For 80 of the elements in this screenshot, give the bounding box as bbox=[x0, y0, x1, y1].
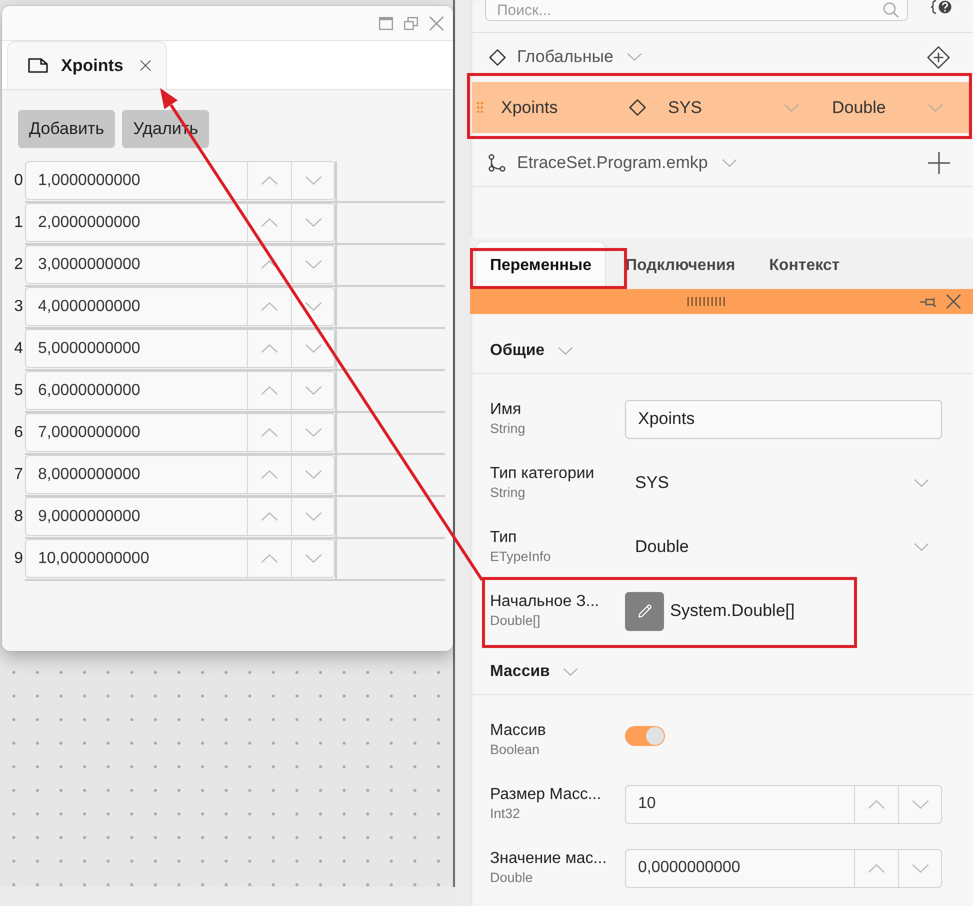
dropdown[interactable]: Double bbox=[625, 528, 942, 566]
chevron-down-icon[interactable] bbox=[562, 668, 578, 676]
close-icon[interactable] bbox=[946, 294, 961, 309]
maximize-icon[interactable] bbox=[379, 16, 393, 30]
pin-icon[interactable] bbox=[920, 296, 937, 306]
property-label: Значение мас... bbox=[490, 849, 608, 869]
branch-icon bbox=[488, 154, 506, 172]
grip-icon[interactable] bbox=[687, 297, 727, 306]
add-button[interactable]: Добавить bbox=[18, 110, 116, 148]
pencil-icon bbox=[638, 604, 652, 618]
variable-name: Xpoints bbox=[501, 98, 558, 116]
number-field[interactable]: 0,0000000000 bbox=[626, 850, 855, 886]
tab[interactable]: Контекст bbox=[754, 241, 855, 289]
property-label: Размер Масс... bbox=[490, 785, 602, 805]
number-field[interactable]: 4,0000000000 bbox=[26, 288, 248, 325]
document-tab[interactable]: Xpoints bbox=[7, 41, 167, 89]
type-label: Boolean bbox=[490, 741, 541, 759]
text-field[interactable]: Xpoints bbox=[625, 400, 942, 438]
property-label: Имя bbox=[490, 400, 522, 420]
number-field[interactable]: 10,0000000000 bbox=[26, 540, 248, 577]
search-icon[interactable] bbox=[883, 2, 899, 18]
type-label: ETypeInfo bbox=[490, 548, 552, 566]
number-field[interactable]: 10 bbox=[626, 786, 855, 822]
tree-row[interactable]: Глобальные bbox=[470, 33, 973, 81]
tree-row[interactable]: EtraceSet.Program.emkp bbox=[470, 139, 973, 187]
index-label: 8 bbox=[13, 507, 24, 527]
section-title[interactable]: Массив bbox=[490, 662, 550, 680]
index-label: 6 bbox=[13, 423, 24, 443]
chevron-down-icon[interactable] bbox=[558, 346, 573, 354]
chevron-up-icon[interactable] bbox=[261, 260, 278, 269]
property-label: Массив bbox=[490, 721, 547, 741]
drag-handle-icon[interactable] bbox=[477, 102, 483, 113]
add-icon[interactable] bbox=[927, 46, 950, 68]
index-label: 2 bbox=[13, 255, 24, 275]
number-field[interactable]: 8,0000000000 bbox=[26, 456, 248, 493]
number-field[interactable]: 2,0000000000 bbox=[26, 204, 248, 241]
variable-row[interactable]: Xpoints SYS Double bbox=[472, 82, 969, 133]
toggle-switch[interactable] bbox=[625, 726, 665, 746]
chevron-down-icon[interactable] bbox=[914, 543, 929, 551]
file-label: EtraceSet.Program.emkp bbox=[517, 152, 708, 172]
type-label: String bbox=[490, 420, 526, 438]
type-value: Double bbox=[832, 98, 886, 116]
edit-button[interactable] bbox=[625, 592, 664, 630]
number-field[interactable]: 6,0000000000 bbox=[26, 372, 248, 409]
index-label: 1 bbox=[13, 213, 24, 233]
property-label: Начальное З... bbox=[490, 592, 600, 612]
number-field[interactable]: 9,0000000000 bbox=[26, 498, 248, 535]
property-label: Тип категории bbox=[490, 464, 596, 484]
number-field[interactable]: 1,0000000000 bbox=[26, 162, 248, 199]
help-icon[interactable] bbox=[930, 0, 952, 14]
number-field[interactable]: 7,0000000000 bbox=[26, 414, 248, 451]
chevron-down-icon[interactable] bbox=[304, 302, 322, 311]
chevron-down-icon[interactable] bbox=[914, 479, 929, 487]
index-label: 7 bbox=[13, 465, 24, 485]
group-label: Глобальные bbox=[517, 47, 614, 67]
restore-icon[interactable] bbox=[404, 16, 418, 30]
type-label: Double bbox=[490, 869, 534, 887]
document-icon bbox=[28, 58, 48, 73]
type-label: String bbox=[490, 484, 526, 502]
category-value: SYS bbox=[668, 98, 702, 116]
value-text: System.Double[] bbox=[670, 601, 795, 621]
close-icon[interactable] bbox=[140, 60, 151, 71]
type-label: Int32 bbox=[490, 805, 522, 823]
index-label: 3 bbox=[13, 297, 24, 317]
dropdown[interactable]: SYS bbox=[625, 464, 942, 502]
tab[interactable]: Подключения bbox=[610, 241, 750, 289]
section-title[interactable]: Общие bbox=[490, 342, 545, 360]
diamond-icon bbox=[489, 48, 506, 66]
number-field[interactable]: 5,0000000000 bbox=[26, 330, 248, 367]
property-label: Тип bbox=[490, 528, 518, 548]
plus-icon[interactable] bbox=[928, 152, 950, 174]
index-label: 5 bbox=[13, 381, 24, 401]
index-label: 4 bbox=[13, 339, 24, 359]
chevron-down-icon[interactable] bbox=[722, 158, 737, 166]
diamond-icon bbox=[629, 99, 646, 116]
chevron-down-icon[interactable] bbox=[627, 53, 642, 61]
number-field[interactable]: 3,0000000000 bbox=[26, 246, 248, 283]
index-label: 0 bbox=[13, 171, 24, 191]
index-label: 9 bbox=[13, 549, 24, 569]
type-label: Double[] bbox=[490, 612, 542, 630]
